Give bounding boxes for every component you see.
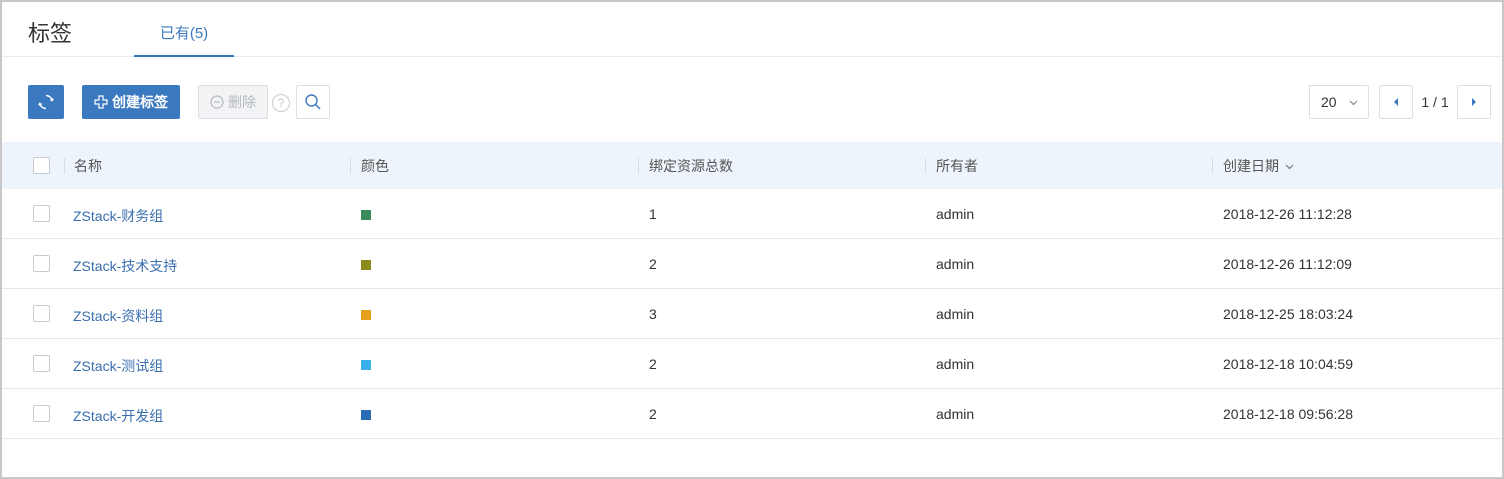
- owner: admin: [936, 256, 975, 272]
- tag-color-swatch: [361, 210, 371, 220]
- delete-button[interactable]: 删除: [198, 85, 268, 119]
- tags-page: 标签 已有(5) 创建标签 删除 ? 20 1 / 1 名称 颜色 绑定资源总数…: [0, 0, 1504, 479]
- column-divider: [350, 158, 351, 174]
- column-header-color[interactable]: 颜色: [361, 156, 389, 176]
- next-page-button[interactable]: [1457, 85, 1491, 119]
- tag-color-swatch: [361, 310, 371, 320]
- column-header-owner[interactable]: 所有者: [936, 156, 978, 176]
- chevron-down-icon: [1349, 100, 1358, 106]
- row-checkbox[interactable]: [33, 255, 50, 272]
- page-title: 标签: [28, 21, 73, 46]
- created-date: 2018-12-18 10:04:59: [1223, 356, 1353, 372]
- table-row[interactable]: ZStack-开发组 2 admin 2018-12-18 09:56:28: [2, 389, 1502, 439]
- table-row[interactable]: ZStack-财务组 1 admin 2018-12-26 11:12:28: [2, 189, 1502, 239]
- table-header: 名称 颜色 绑定资源总数 所有者 创建日期: [2, 142, 1502, 189]
- refresh-button[interactable]: [28, 85, 64, 119]
- resource-count: 2: [649, 256, 657, 272]
- delete-label: 删除: [228, 94, 256, 110]
- column-header-created[interactable]: 创建日期: [1223, 156, 1294, 176]
- resource-count: 2: [649, 406, 657, 422]
- row-checkbox[interactable]: [33, 205, 50, 222]
- tab-existing[interactable]: 已有(5): [134, 2, 234, 57]
- column-header-name[interactable]: 名称: [74, 156, 102, 176]
- column-divider: [64, 158, 65, 174]
- tag-color-swatch: [361, 410, 371, 420]
- create-tag-label: 创建标签: [112, 94, 168, 110]
- created-date: 2018-12-26 11:12:09: [1223, 256, 1352, 272]
- search-button[interactable]: [296, 85, 330, 119]
- owner: admin: [936, 306, 975, 322]
- tag-name-link[interactable]: ZStack-资料组: [73, 306, 163, 326]
- page-indicator: 1 / 1: [1421, 94, 1449, 110]
- column-header-resource-count[interactable]: 绑定资源总数: [649, 156, 733, 176]
- table-body: ZStack-财务组 1 admin 2018-12-26 11:12:28 ZStac…: [2, 189, 1502, 439]
- tag-name-link[interactable]: ZStack-财务组: [73, 206, 163, 226]
- select-all-checkbox[interactable]: [33, 157, 50, 174]
- created-date: 2018-12-18 09:56:28: [1223, 406, 1353, 422]
- created-date: 2018-12-25 18:03:24: [1223, 306, 1353, 322]
- create-tag-button[interactable]: 创建标签: [82, 85, 180, 119]
- sort-desc-icon: [1285, 164, 1294, 170]
- column-divider: [925, 158, 926, 174]
- page-size-select[interactable]: 20: [1309, 85, 1369, 119]
- tag-color-swatch: [361, 360, 371, 370]
- owner: admin: [936, 206, 975, 222]
- tag-color-swatch: [361, 260, 371, 270]
- help-icon[interactable]: ?: [272, 94, 290, 112]
- toolbar: 创建标签 删除 ? 20 1 / 1: [2, 85, 1502, 121]
- table-row[interactable]: ZStack-资料组 3 admin 2018-12-25 18:03:24: [2, 289, 1502, 339]
- row-checkbox[interactable]: [33, 355, 50, 372]
- tag-name-link[interactable]: ZStack-测试组: [73, 356, 163, 376]
- row-checkbox[interactable]: [33, 305, 50, 322]
- caret-left-icon: [1394, 98, 1398, 106]
- page-header: 标签 已有(5): [2, 2, 1502, 57]
- page-size-value: 20: [1321, 94, 1337, 110]
- created-date: 2018-12-26 11:12:28: [1223, 206, 1352, 222]
- owner: admin: [936, 356, 975, 372]
- tag-name-link[interactable]: ZStack-开发组: [73, 406, 163, 426]
- resource-count: 1: [649, 206, 657, 222]
- caret-right-icon: [1472, 98, 1476, 106]
- column-header-created-label: 创建日期: [1223, 158, 1279, 174]
- search-icon: [305, 94, 321, 110]
- column-divider: [638, 158, 639, 174]
- resource-count: 2: [649, 356, 657, 372]
- resource-count: 3: [649, 306, 657, 322]
- column-divider: [1212, 158, 1213, 174]
- plus-icon: [94, 95, 108, 109]
- table-row[interactable]: ZStack-测试组 2 admin 2018-12-18 10:04:59: [2, 339, 1502, 389]
- tag-name-link[interactable]: ZStack-技术支持: [73, 256, 177, 276]
- refresh-icon: [38, 94, 54, 110]
- table-row[interactable]: ZStack-技术支持 2 admin 2018-12-26 11:12:09: [2, 239, 1502, 289]
- owner: admin: [936, 406, 975, 422]
- prev-page-button[interactable]: [1379, 85, 1413, 119]
- minus-circle-icon: [210, 95, 224, 109]
- row-checkbox[interactable]: [33, 405, 50, 422]
